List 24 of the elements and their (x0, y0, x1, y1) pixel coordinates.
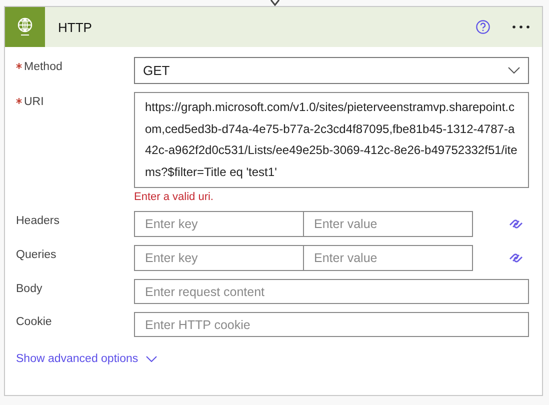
field-label: Cookie (16, 316, 52, 328)
field-label: Queries (16, 249, 56, 261)
method-dropdown[interactable]: GET (134, 57, 529, 84)
help-icon[interactable] (476, 20, 490, 34)
more-icon[interactable] (512, 25, 530, 29)
uri-field[interactable]: https://graph.microsoft.com/v1.0/sites/pieterveenstramvp.sharepoint.com,ced5ed3b-d74a-4e75-b77a-2c3cd4f87095,fbe81b45-1312-4787-a42c-a962f2d0c531/Lists/ee49e25b-3069-412c-8e26-b49752332f51/items?$filter=Title eq 'test1' (134, 92, 529, 188)
card-title: HTTP (58, 20, 93, 34)
text-field[interactable]: Enter request content (134, 279, 529, 304)
link-icon[interactable] (509, 219, 523, 229)
value-field[interactable]: Enter value (304, 211, 473, 237)
link-icon[interactable] (509, 253, 523, 263)
chevron-down-icon (146, 356, 158, 362)
text-field[interactable]: Enter HTTP cookie (134, 312, 529, 337)
field-label: Body (16, 283, 42, 295)
key-field[interactable]: Enter key (134, 245, 304, 271)
field-label: URI (24, 96, 44, 108)
globe-icon (16, 17, 34, 37)
value-field[interactable]: Enter value (304, 245, 473, 271)
key-field[interactable]: Enter key (134, 211, 304, 237)
field-label: Headers (16, 215, 60, 227)
show-advanced-options-link[interactable]: Show advanced options (16, 353, 158, 365)
chevron-down-icon (508, 67, 520, 74)
field-label: Method (24, 61, 62, 73)
error-message: Enter a valid uri. (134, 191, 214, 203)
